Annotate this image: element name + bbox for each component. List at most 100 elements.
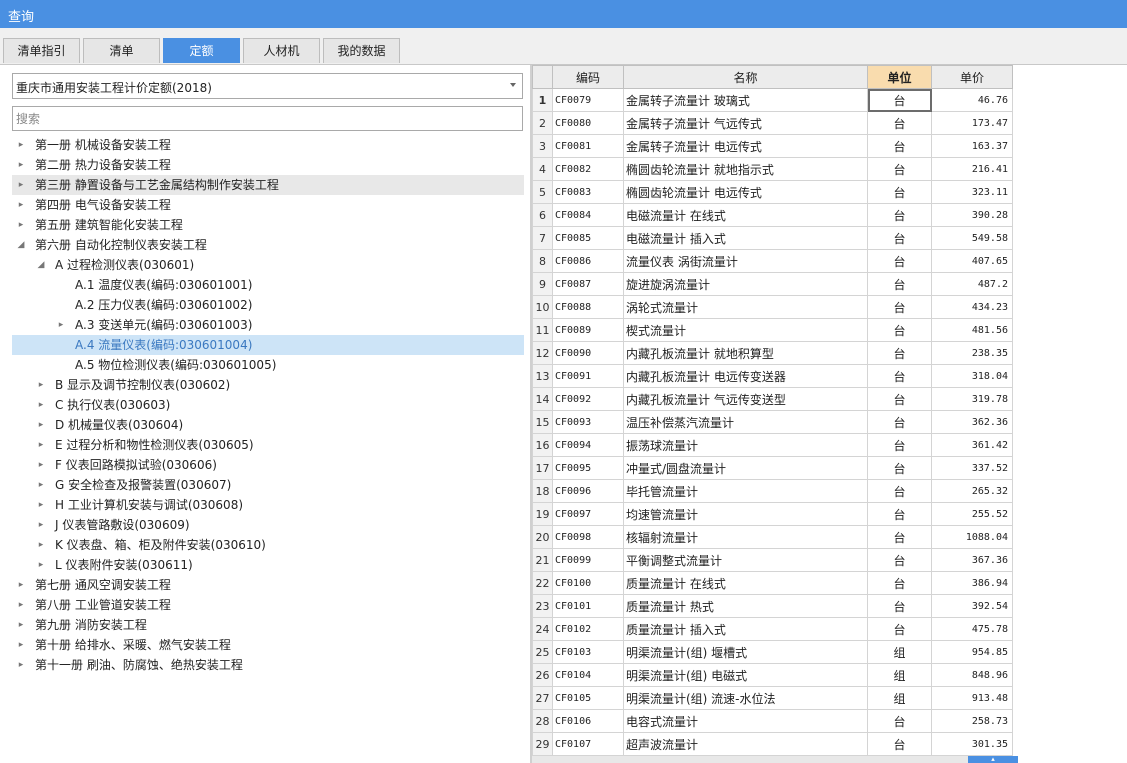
table-row[interactable]: 12 CF0090 内藏孔板流量计 就地积算型台 238.35 [532, 341, 1013, 365]
cell-name[interactable]: 冲量式/圆盘流量计 [623, 456, 868, 480]
cell-name[interactable]: 旋进旋涡流量计 [623, 272, 868, 296]
cell-unit[interactable]: 台 [867, 571, 932, 595]
cell-name[interactable]: 电容式流量计 [623, 709, 868, 733]
cell-name[interactable]: 椭圆齿轮流量计 电远传式 [623, 180, 868, 204]
cell-price[interactable]: 1088.04 [931, 525, 1013, 549]
caret-collapsed-icon[interactable]: ▸ [35, 435, 47, 455]
cell-price[interactable]: 265.32 [931, 479, 1013, 503]
cell-code[interactable]: CF0080 [552, 111, 624, 135]
cell-price[interactable]: 216.41 [931, 157, 1013, 181]
cell-name[interactable]: 均速管流量计 [623, 502, 868, 526]
table-row[interactable]: 17 CF0095 冲量式/圆盘流量计台 337.52 [532, 456, 1013, 480]
tree-node[interactable]: ▸ K 仪表盘、箱、柜及附件安装(030610) [12, 535, 524, 555]
row-number[interactable]: 10 [532, 295, 553, 319]
row-number[interactable]: 23 [532, 594, 553, 618]
cell-price[interactable]: 238.35 [931, 341, 1013, 365]
cell-price[interactable]: 163.37 [931, 134, 1013, 158]
tree-node[interactable]: ▸ H 工业计算机安装与调试(030608) [12, 495, 524, 515]
table-row[interactable]: 8 CF0086 流量仪表 涡街流量计台 407.65 [532, 249, 1013, 273]
table-row[interactable]: 4 CF0082 椭圆齿轮流量计 就地指示式台 216.41 [532, 157, 1013, 181]
tree-node[interactable]: ▸ J 仪表管路敷设(030609) [12, 515, 524, 535]
cell-code[interactable]: CF0082 [552, 157, 624, 181]
row-number[interactable]: 11 [532, 318, 553, 342]
tree-node[interactable]: A.2 压力仪表(编码:030601002) [12, 295, 524, 315]
table-row[interactable]: 13 CF0091 内藏孔板流量计 电远传变送器台 318.04 [532, 364, 1013, 388]
caret-collapsed-icon[interactable]: ▸ [15, 155, 27, 175]
cell-unit[interactable]: 组 [867, 663, 932, 687]
row-number[interactable]: 13 [532, 364, 553, 388]
cell-unit[interactable]: 组 [867, 640, 932, 664]
cell-unit[interactable]: 台 [867, 203, 932, 227]
cell-code[interactable]: CF0095 [552, 456, 624, 480]
table-row[interactable]: 19 CF0097 均速管流量计台 255.52 [532, 502, 1013, 526]
grid-header-code[interactable]: 编码 [552, 65, 624, 89]
row-number[interactable]: 28 [532, 709, 553, 733]
caret-collapsed-icon[interactable]: ▸ [35, 475, 47, 495]
row-number[interactable]: 9 [532, 272, 553, 296]
tree-node[interactable]: ▸ 第九册 消防安装工程 [12, 615, 524, 635]
cell-price[interactable]: 481.56 [931, 318, 1013, 342]
table-row[interactable]: 3 CF0081 金属转子流量计 电远传式台 163.37 [532, 134, 1013, 158]
cell-name[interactable]: 振荡球流量计 [623, 433, 868, 457]
row-number[interactable]: 12 [532, 341, 553, 365]
tree-node[interactable]: ▸ E 过程分析和物性检测仪表(030605) [12, 435, 524, 455]
cell-price[interactable]: 367.36 [931, 548, 1013, 572]
cell-unit[interactable]: 台 [867, 111, 932, 135]
caret-collapsed-icon[interactable]: ▸ [15, 615, 27, 635]
cell-unit[interactable]: 台 [867, 226, 932, 250]
caret-collapsed-icon[interactable]: ▸ [15, 655, 27, 675]
caret-collapsed-icon[interactable]: ▸ [35, 375, 47, 395]
table-row[interactable]: 7 CF0085 电磁流量计 插入式台 549.58 [532, 226, 1013, 250]
cell-price[interactable]: 386.94 [931, 571, 1013, 595]
cell-price[interactable]: 361.42 [931, 433, 1013, 457]
cell-code[interactable]: CF0091 [552, 364, 624, 388]
row-number[interactable]: 25 [532, 640, 553, 664]
row-number[interactable]: 5 [532, 180, 553, 204]
tree-node[interactable]: ▸ 第十册 给排水、采暖、燃气安装工程 [12, 635, 524, 655]
cell-name[interactable]: 椭圆齿轮流量计 就地指示式 [623, 157, 868, 181]
cell-name[interactable]: 金属转子流量计 玻璃式 [623, 88, 868, 112]
table-row[interactable]: 16 CF0094 振荡球流量计台 361.42 [532, 433, 1013, 457]
table-row[interactable]: 24 CF0102 质量流量计 插入式台 475.78 [532, 617, 1013, 641]
cell-unit[interactable]: 台 [867, 387, 932, 411]
caret-expanded-icon[interactable]: ◢ [35, 255, 47, 275]
cell-unit[interactable]: 台 [867, 433, 932, 457]
cell-name[interactable]: 内藏孔板流量计 就地积算型 [623, 341, 868, 365]
cell-code[interactable]: CF0097 [552, 502, 624, 526]
cell-name[interactable]: 金属转子流量计 气远传式 [623, 111, 868, 135]
cell-price[interactable]: 392.54 [931, 594, 1013, 618]
tree-node[interactable]: ▸ 第二册 热力设备安装工程 [12, 155, 524, 175]
cell-unit[interactable]: 台 [867, 272, 932, 296]
row-number[interactable]: 17 [532, 456, 553, 480]
tab-bill-guide[interactable]: 清单指引 [3, 38, 80, 63]
tree-node[interactable]: ▸ D 机械量仪表(030604) [12, 415, 524, 435]
tree-node[interactable]: ▸ B 显示及调节控制仪表(030602) [12, 375, 524, 395]
cell-unit[interactable]: 台 [867, 88, 932, 112]
cell-price[interactable]: 323.11 [931, 180, 1013, 204]
cell-unit[interactable]: 台 [867, 249, 932, 273]
cell-code[interactable]: CF0094 [552, 433, 624, 457]
cell-name[interactable]: 质量流量计 插入式 [623, 617, 868, 641]
search-input[interactable] [12, 106, 523, 131]
cell-unit[interactable]: 台 [867, 180, 932, 204]
row-number[interactable]: 29 [532, 732, 553, 756]
caret-collapsed-icon[interactable]: ▸ [35, 495, 47, 515]
cell-unit[interactable]: 台 [867, 594, 932, 618]
row-number[interactable]: 22 [532, 571, 553, 595]
table-row[interactable]: 6 CF0084 电磁流量计 在线式台 390.28 [532, 203, 1013, 227]
cell-name[interactable]: 核辐射流量计 [623, 525, 868, 549]
cell-unit[interactable]: 台 [867, 157, 932, 181]
table-row[interactable]: 1 CF0079 金属转子流量计 玻璃式台 46.76 [532, 88, 1013, 112]
cell-code[interactable]: CF0106 [552, 709, 624, 733]
cell-price[interactable]: 258.73 [931, 709, 1013, 733]
cell-name[interactable]: 明渠流量计(组) 流速-水位法 [623, 686, 868, 710]
cell-price[interactable]: 487.2 [931, 272, 1013, 296]
cell-name[interactable]: 明渠流量计(组) 电磁式 [623, 663, 868, 687]
caret-collapsed-icon[interactable]: ▸ [35, 555, 47, 575]
tree-node[interactable]: ◢ A 过程检测仪表(030601) [12, 255, 524, 275]
table-row[interactable]: 11 CF0089 楔式流量计台 481.56 [532, 318, 1013, 342]
cell-unit[interactable]: 台 [867, 525, 932, 549]
cell-name[interactable]: 涡轮式流量计 [623, 295, 868, 319]
tree-node[interactable]: ▸ A.3 变送单元(编码:030601003) [12, 315, 524, 335]
cell-unit[interactable]: 台 [867, 548, 932, 572]
